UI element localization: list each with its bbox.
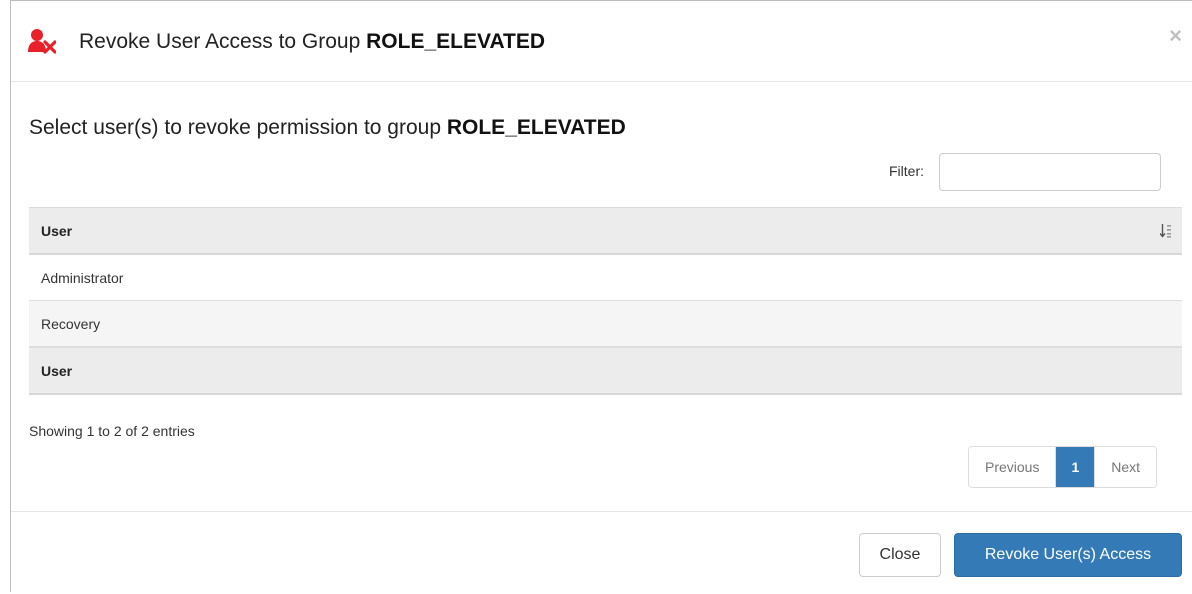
dialog-body: Select user(s) to revoke permission to g… bbox=[11, 82, 1192, 511]
dialog-header: Revoke User Access to Group ROLE_ELEVATE… bbox=[11, 1, 1192, 82]
dialog-footer: Close Revoke User(s) Access bbox=[11, 511, 1192, 594]
column-footer-label: User bbox=[41, 363, 73, 379]
column-header-label: User bbox=[41, 223, 73, 239]
close-icon[interactable]: × bbox=[1169, 23, 1182, 49]
dialog-title: Revoke User Access to Group ROLE_ELEVATE… bbox=[79, 29, 545, 55]
close-button[interactable]: Close bbox=[859, 533, 941, 577]
table-header-user[interactable]: User bbox=[29, 207, 1182, 255]
dialog-title-group: ROLE_ELEVATED bbox=[366, 30, 546, 53]
pagination-next[interactable]: Next bbox=[1095, 447, 1157, 487]
user-remove-icon bbox=[28, 29, 56, 54]
dialog-title-text: Revoke User Access to Group bbox=[79, 30, 361, 53]
table-row[interactable]: Recovery bbox=[29, 301, 1182, 347]
entries-info: Showing 1 to 2 of 2 entries bbox=[29, 423, 195, 439]
table-row[interactable]: Administrator bbox=[29, 255, 1182, 301]
instruction-heading: Select user(s) to revoke permission to g… bbox=[29, 115, 626, 141]
filter-label: Filter: bbox=[889, 163, 924, 179]
pagination-page-1[interactable]: 1 bbox=[1056, 447, 1096, 487]
filter-input[interactable] bbox=[939, 153, 1161, 191]
instruction-text: Select user(s) to revoke permission to g… bbox=[29, 116, 442, 139]
instruction-group: ROLE_ELEVATED bbox=[446, 116, 626, 139]
user-cell: Administrator bbox=[41, 270, 124, 286]
users-table: User Administrator Recovery User bbox=[29, 207, 1182, 395]
user-cell: Recovery bbox=[41, 316, 101, 332]
revoke-access-button[interactable]: Revoke User(s) Access bbox=[954, 533, 1182, 577]
pagination: Previous 1 Next bbox=[968, 446, 1158, 488]
revoke-access-dialog: Revoke User Access to Group ROLE_ELEVATE… bbox=[10, 0, 1192, 592]
pagination-previous[interactable]: Previous bbox=[969, 447, 1057, 487]
sort-alpha-icon[interactable] bbox=[1160, 224, 1172, 238]
table-footer-user: User bbox=[29, 347, 1182, 395]
